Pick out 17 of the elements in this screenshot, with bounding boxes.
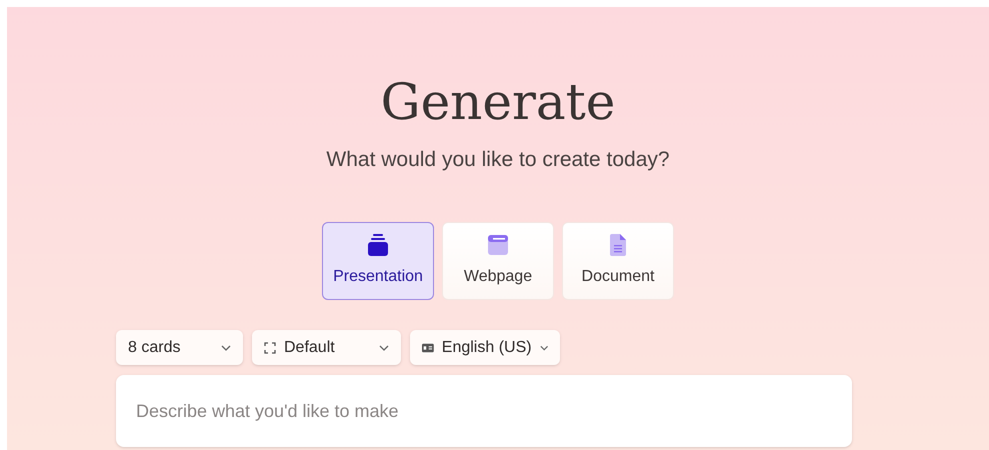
page-title: Generate bbox=[380, 72, 616, 132]
prompt-field[interactable]: Describe what you'd like to make bbox=[116, 375, 852, 447]
page-subtitle: What would you like to create today? bbox=[326, 147, 670, 173]
chevron-down-icon bbox=[221, 344, 231, 350]
browser-window-icon bbox=[487, 234, 509, 256]
option-dropdown[interactable]: Default bbox=[252, 330, 401, 365]
stack-icon bbox=[367, 232, 389, 256]
chevron-down-icon bbox=[540, 344, 548, 350]
option-dropdown[interactable]: 8 cards bbox=[116, 330, 243, 365]
document-icon bbox=[609, 232, 627, 256]
frame-icon bbox=[264, 342, 276, 354]
chevron-down-icon bbox=[379, 344, 389, 350]
language-icon bbox=[422, 342, 434, 352]
content-type-tab[interactable]: Webpage bbox=[442, 222, 554, 300]
content-type-tab[interactable]: Presentation bbox=[322, 222, 434, 300]
option-dropdown[interactable]: English (US) bbox=[410, 330, 560, 365]
content-type-tab[interactable]: Document bbox=[562, 222, 674, 300]
